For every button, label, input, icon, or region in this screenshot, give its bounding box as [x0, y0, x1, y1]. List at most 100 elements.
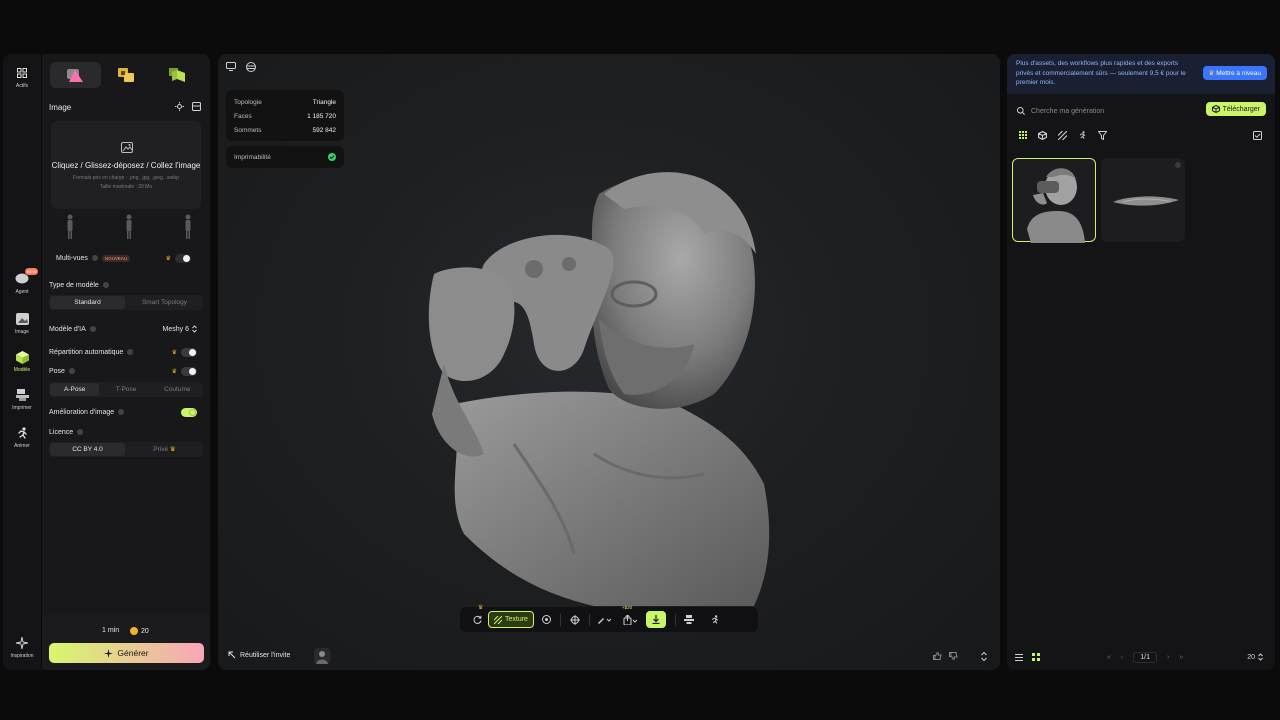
source-image-thumbnail[interactable]	[314, 648, 330, 664]
page-indicator[interactable]: 1/1	[1133, 651, 1157, 663]
filter-model-cube-icon[interactable]	[1038, 131, 1047, 140]
reuse-arrow-icon	[228, 651, 236, 659]
last-page-icon[interactable]: »	[1179, 654, 1183, 661]
prev-page-icon[interactable]: ‹	[1121, 654, 1123, 661]
auto-split-toggle[interactable]	[181, 347, 197, 357]
pose-t-pose[interactable]: T-Pose	[101, 383, 150, 396]
select-checkbox-icon[interactable]	[1253, 131, 1262, 140]
prism-icon	[66, 67, 84, 83]
export-dropdown[interactable]: +$20	[618, 605, 642, 628]
brush-dropdown-icon[interactable]	[590, 611, 618, 628]
rail-item-inspiration[interactable]: Inspiration	[3, 636, 41, 659]
coin-icon	[130, 627, 138, 635]
print-tool-icon[interactable]	[676, 611, 702, 628]
download-upload-button[interactable]: Télécharger	[1205, 102, 1266, 116]
stat-label: Faces	[234, 112, 252, 120]
monitor-icon[interactable]	[226, 62, 236, 72]
flat-model-thumbnail	[1113, 196, 1179, 206]
download-icon	[652, 615, 660, 624]
rotate-icon[interactable]	[466, 611, 488, 628]
history-search[interactable]: Cherche ma génération	[1017, 104, 1197, 118]
thumbs-up-icon[interactable]	[933, 652, 942, 660]
tab-batch[interactable]	[101, 62, 152, 88]
stat-value: Triangle	[312, 98, 336, 106]
side-view-figure-icon[interactable]	[125, 214, 133, 240]
crown-icon: ♛	[1208, 70, 1215, 77]
stacked-cubes-icon	[117, 67, 135, 83]
rail-item-image[interactable]: Image	[3, 312, 41, 335]
rail-item-assets[interactable]: Actifs	[3, 66, 41, 89]
filter-funnel-icon[interactable]	[1098, 131, 1107, 140]
multiview-slots	[66, 214, 192, 242]
info-icon[interactable]	[89, 326, 96, 332]
pose-toggle[interactable]	[181, 366, 197, 376]
tab-text-to-3d[interactable]	[151, 62, 202, 88]
reuse-prompt-button[interactable]: Réutiliser l'invite	[228, 651, 290, 659]
upgrade-button[interactable]: ♛ Mettre à niveau	[1202, 66, 1267, 80]
share-icon	[623, 614, 637, 625]
panel-layout-icon[interactable]	[192, 102, 201, 111]
rail-item-model[interactable]: Modèle	[3, 350, 41, 373]
license-cc-by[interactable]: CC BY 4.0	[50, 443, 125, 456]
next-page-icon[interactable]: ›	[1167, 654, 1169, 661]
pose-row: Pose ♛	[49, 364, 203, 378]
model-type-standard[interactable]: Standard	[50, 296, 125, 309]
pose-custom[interactable]: Coutume	[153, 383, 202, 396]
rail-item-agent[interactable]: NEW Agent	[3, 268, 41, 295]
per-page-select[interactable]: 20	[1247, 653, 1263, 661]
ai-model-label: Modèle d'IA	[49, 325, 86, 333]
reuse-prompt-label: Réutiliser l'invite	[240, 651, 291, 659]
rail-item-print[interactable]: Imprimer	[3, 388, 41, 411]
generate-button[interactable]: Générer	[49, 643, 204, 663]
image-enhance-toggle[interactable]	[181, 407, 197, 417]
rail-item-animate[interactable]: Animer	[3, 426, 41, 449]
license-selector: CC BY 4.0 Privé ♛	[49, 442, 203, 457]
animate-tool-icon[interactable]	[702, 611, 728, 628]
info-icon[interactable]	[118, 409, 125, 415]
info-icon[interactable]	[91, 255, 98, 261]
settings-sun-icon[interactable]	[175, 102, 184, 111]
front-view-figure-icon[interactable]	[66, 214, 74, 240]
texture-button[interactable]: Texture	[488, 611, 534, 628]
globe-icon[interactable]	[246, 62, 256, 72]
ai-model-select[interactable]: Meshy 6	[163, 325, 197, 333]
model-type-row: Type de modèle	[49, 278, 203, 292]
crosshair-icon[interactable]	[561, 611, 589, 628]
filter-texture-hatch-icon[interactable]	[1058, 131, 1067, 140]
grid-icon	[15, 66, 29, 80]
pose-a-pose[interactable]: A-Pose	[50, 383, 100, 396]
printability-card[interactable]: Imprimabilité	[226, 146, 344, 168]
info-icon[interactable]	[127, 349, 134, 355]
back-view-figure-icon[interactable]	[184, 214, 192, 240]
stat-row: Sommets 592 842	[234, 123, 336, 137]
expand-updown-icon[interactable]	[981, 652, 987, 661]
list-view-icon[interactable]	[1015, 653, 1023, 661]
check-circle-icon	[328, 153, 336, 161]
multiview-toggle[interactable]	[175, 253, 191, 263]
license-label: Licence	[49, 428, 74, 436]
license-private[interactable]: Privé ♛	[127, 443, 202, 456]
image-dropzone[interactable]: Cliquez / Glissez-déposez / Collez l'ima…	[51, 121, 201, 209]
info-icon[interactable]	[102, 282, 109, 288]
3d-model-bust[interactable]	[424, 154, 784, 614]
filter-animation-icon[interactable]	[1078, 131, 1087, 140]
green-cube-icon	[168, 67, 186, 83]
history-item-selected[interactable]	[1012, 158, 1096, 243]
filter-all-grid-icon[interactable]	[1019, 131, 1027, 140]
crown-icon: ♛	[169, 446, 176, 453]
tab-image-to-3d[interactable]	[50, 62, 101, 88]
stat-value: 592 842	[312, 126, 337, 134]
running-figure-icon	[15, 426, 29, 440]
info-icon[interactable]	[77, 429, 84, 435]
grid-view-icon[interactable]	[1032, 653, 1040, 661]
model-type-smart-topology[interactable]: Smart Topology	[127, 296, 202, 309]
history-item[interactable]	[1101, 158, 1185, 242]
estimated-time: 1 min	[102, 627, 120, 634]
3d-viewport[interactable]: Topologie Triangle Faces 1 185 720 Sommets…	[218, 54, 1000, 670]
download-button[interactable]	[645, 611, 666, 628]
first-page-icon[interactable]: «	[1107, 654, 1111, 661]
info-icon[interactable]	[68, 368, 75, 374]
material-icon[interactable]	[534, 611, 560, 628]
thumbs-down-icon[interactable]	[949, 652, 958, 660]
rail-label: Inspiration	[10, 653, 34, 659]
